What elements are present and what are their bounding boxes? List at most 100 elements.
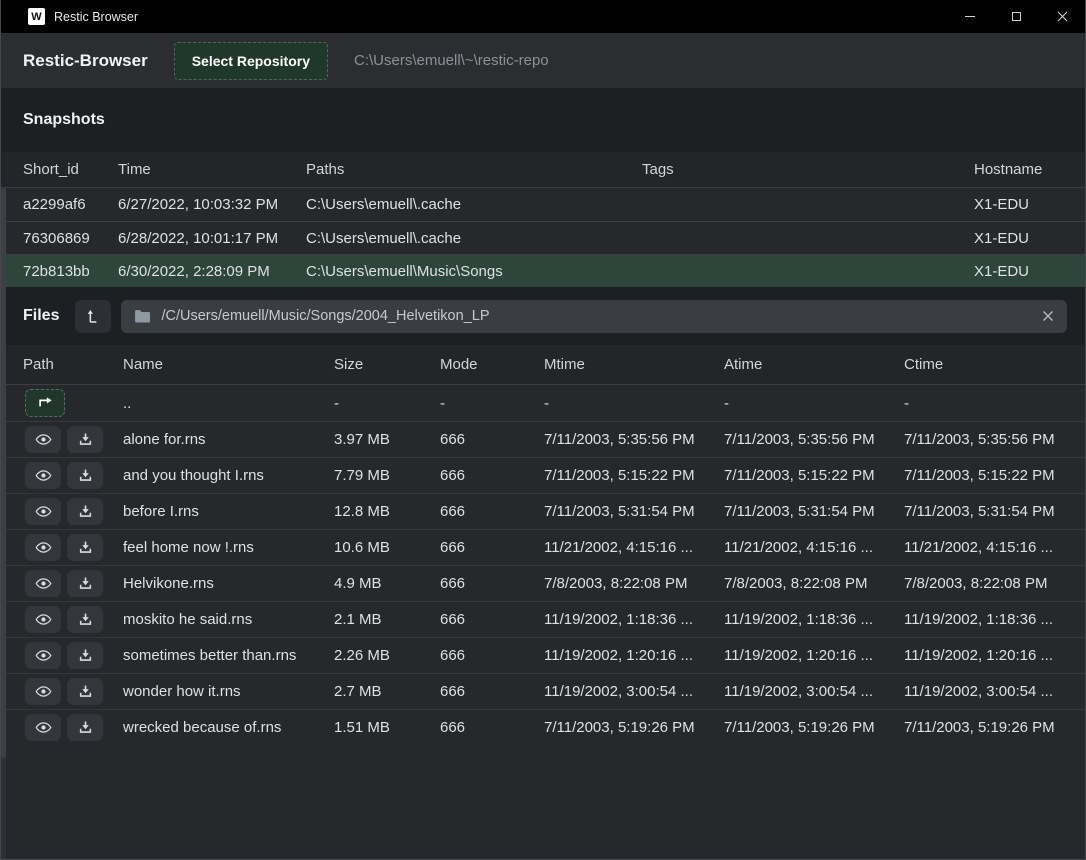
file-row: before I.rns12.8 MB6667/11/2003, 5:31:54… — [1, 493, 1085, 529]
file-actions — [23, 570, 123, 597]
file-mode: - — [440, 395, 544, 412]
file-mtime: 11/19/2002, 1:18:36 ... — [544, 611, 724, 628]
file-ctime: 7/11/2003, 5:19:26 PM — [904, 719, 1085, 736]
download-icon — [78, 540, 93, 555]
column-time: Time — [118, 161, 306, 178]
file-name: wonder how it.rns — [123, 683, 334, 700]
snapshots-table-header: Short_id Time Paths Tags Hostname — [1, 152, 1085, 188]
preview-file-button[interactable] — [25, 570, 61, 597]
download-file-button[interactable] — [67, 534, 103, 561]
file-atime: 7/11/2003, 5:31:54 PM — [724, 503, 904, 520]
preview-file-button[interactable] — [25, 714, 61, 741]
download-icon — [78, 684, 93, 699]
preview-file-button[interactable] — [25, 678, 61, 705]
download-file-button[interactable] — [67, 606, 103, 633]
page-title: Restic-Browser — [23, 51, 148, 71]
file-mode: 666 — [440, 467, 544, 484]
column-size: Size — [334, 356, 440, 373]
snapshot-hostname: X1-EDU — [974, 230, 1085, 247]
snapshots-table-body: a2299af66/27/2022, 10:03:32 PMC:\Users\e… — [1, 188, 1085, 287]
preview-file-button[interactable] — [25, 606, 61, 633]
file-mtime: 11/21/2002, 4:15:16 ... — [544, 539, 724, 556]
file-ctime: 11/19/2002, 3:00:54 ... — [904, 683, 1085, 700]
file-name: Helvikone.rns — [123, 575, 334, 592]
file-name: wrecked because of.rns — [123, 719, 334, 736]
column-short-id: Short_id — [23, 161, 118, 178]
path-field[interactable]: /C/Users/emuell/Music/Songs/2004_Helveti… — [121, 300, 1067, 333]
file-mtime: 7/11/2003, 5:15:22 PM — [544, 467, 724, 484]
window-title: Restic Browser — [54, 10, 138, 24]
download-icon — [78, 432, 93, 447]
file-size: 10.6 MB — [334, 539, 440, 556]
snapshot-short-id: a2299af6 — [23, 196, 118, 213]
snapshot-row[interactable]: 72b813bb6/30/2022, 2:28:09 PMC:\Users\em… — [1, 254, 1085, 287]
preview-file-button[interactable] — [25, 534, 61, 561]
file-size: 1.51 MB — [334, 719, 440, 736]
snapshot-hostname: X1-EDU — [974, 196, 1085, 213]
scrollbar-thumb[interactable] — [1, 188, 6, 758]
file-actions — [23, 462, 123, 489]
file-mtime: 7/11/2003, 5:35:56 PM — [544, 431, 724, 448]
preview-file-button[interactable] — [25, 642, 61, 669]
file-atime: 7/11/2003, 5:19:26 PM — [724, 719, 904, 736]
preview-icon — [35, 647, 52, 664]
download-file-button[interactable] — [67, 498, 103, 525]
minimize-button[interactable] — [947, 0, 993, 33]
select-repository-button[interactable]: Select Repository — [174, 42, 328, 80]
file-atime: 7/8/2003, 8:22:08 PM — [724, 575, 904, 592]
close-button[interactable] — [1039, 0, 1085, 33]
download-icon — [78, 720, 93, 735]
preview-icon — [35, 539, 52, 556]
download-icon — [78, 612, 93, 627]
download-file-button[interactable] — [67, 426, 103, 453]
close-icon — [1057, 11, 1068, 22]
preview-file-button[interactable] — [25, 498, 61, 525]
preview-icon — [35, 431, 52, 448]
file-name: sometimes better than.rns — [123, 647, 334, 664]
snapshot-row[interactable]: 763068696/28/2022, 10:01:17 PMC:\Users\e… — [1, 221, 1085, 254]
snapshot-row[interactable]: a2299af66/27/2022, 10:03:32 PMC:\Users\e… — [1, 188, 1085, 221]
column-hostname: Hostname — [974, 161, 1085, 178]
download-icon — [78, 576, 93, 591]
preview-icon — [35, 683, 52, 700]
file-actions — [23, 426, 123, 453]
file-row: wrecked because of.rns1.51 MB6667/11/200… — [1, 709, 1085, 745]
file-mode: 666 — [440, 611, 544, 628]
up-level-button[interactable] — [75, 300, 111, 333]
file-atime: 7/11/2003, 5:35:56 PM — [724, 431, 904, 448]
file-mode: 666 — [440, 431, 544, 448]
snapshot-short-id: 76306869 — [23, 230, 118, 247]
file-atime: 11/19/2002, 1:20:16 ... — [724, 647, 904, 664]
download-file-button[interactable] — [67, 678, 103, 705]
download-file-button[interactable] — [67, 642, 103, 669]
file-atime: 11/21/2002, 4:15:16 ... — [724, 539, 904, 556]
snapshot-paths: C:\Users\emuell\Music\Songs — [306, 263, 642, 280]
snapshot-short-id: 72b813bb — [23, 263, 118, 280]
column-mtime: Mtime — [544, 356, 724, 373]
download-file-button[interactable] — [67, 462, 103, 489]
preview-icon — [35, 467, 52, 484]
download-file-button[interactable] — [67, 570, 103, 597]
file-actions — [23, 389, 123, 417]
maximize-button[interactable] — [993, 0, 1039, 33]
file-ctime: 7/8/2003, 8:22:08 PM — [904, 575, 1085, 592]
file-size: - — [334, 395, 440, 412]
column-mode: Mode — [440, 356, 544, 373]
file-name: before I.rns — [123, 503, 334, 520]
column-name: Name — [123, 356, 334, 373]
file-actions — [23, 498, 123, 525]
file-row: wonder how it.rns2.7 MB66611/19/2002, 3:… — [1, 673, 1085, 709]
go-parent-dir-button[interactable] — [25, 389, 65, 417]
window-controls — [947, 0, 1085, 33]
preview-file-button[interactable] — [25, 462, 61, 489]
file-name: moskito he said.rns — [123, 611, 334, 628]
preview-file-button[interactable] — [25, 426, 61, 453]
download-file-button[interactable] — [67, 714, 103, 741]
file-name: .. — [123, 395, 334, 412]
parent-dir-row: ..----- — [1, 385, 1085, 421]
file-ctime: 11/19/2002, 1:18:36 ... — [904, 611, 1085, 628]
preview-icon — [35, 719, 52, 736]
snapshot-hostname: X1-EDU — [974, 263, 1085, 280]
snapshot-paths: C:\Users\emuell\.cache — [306, 230, 642, 247]
clear-path-button[interactable] — [1042, 310, 1054, 322]
